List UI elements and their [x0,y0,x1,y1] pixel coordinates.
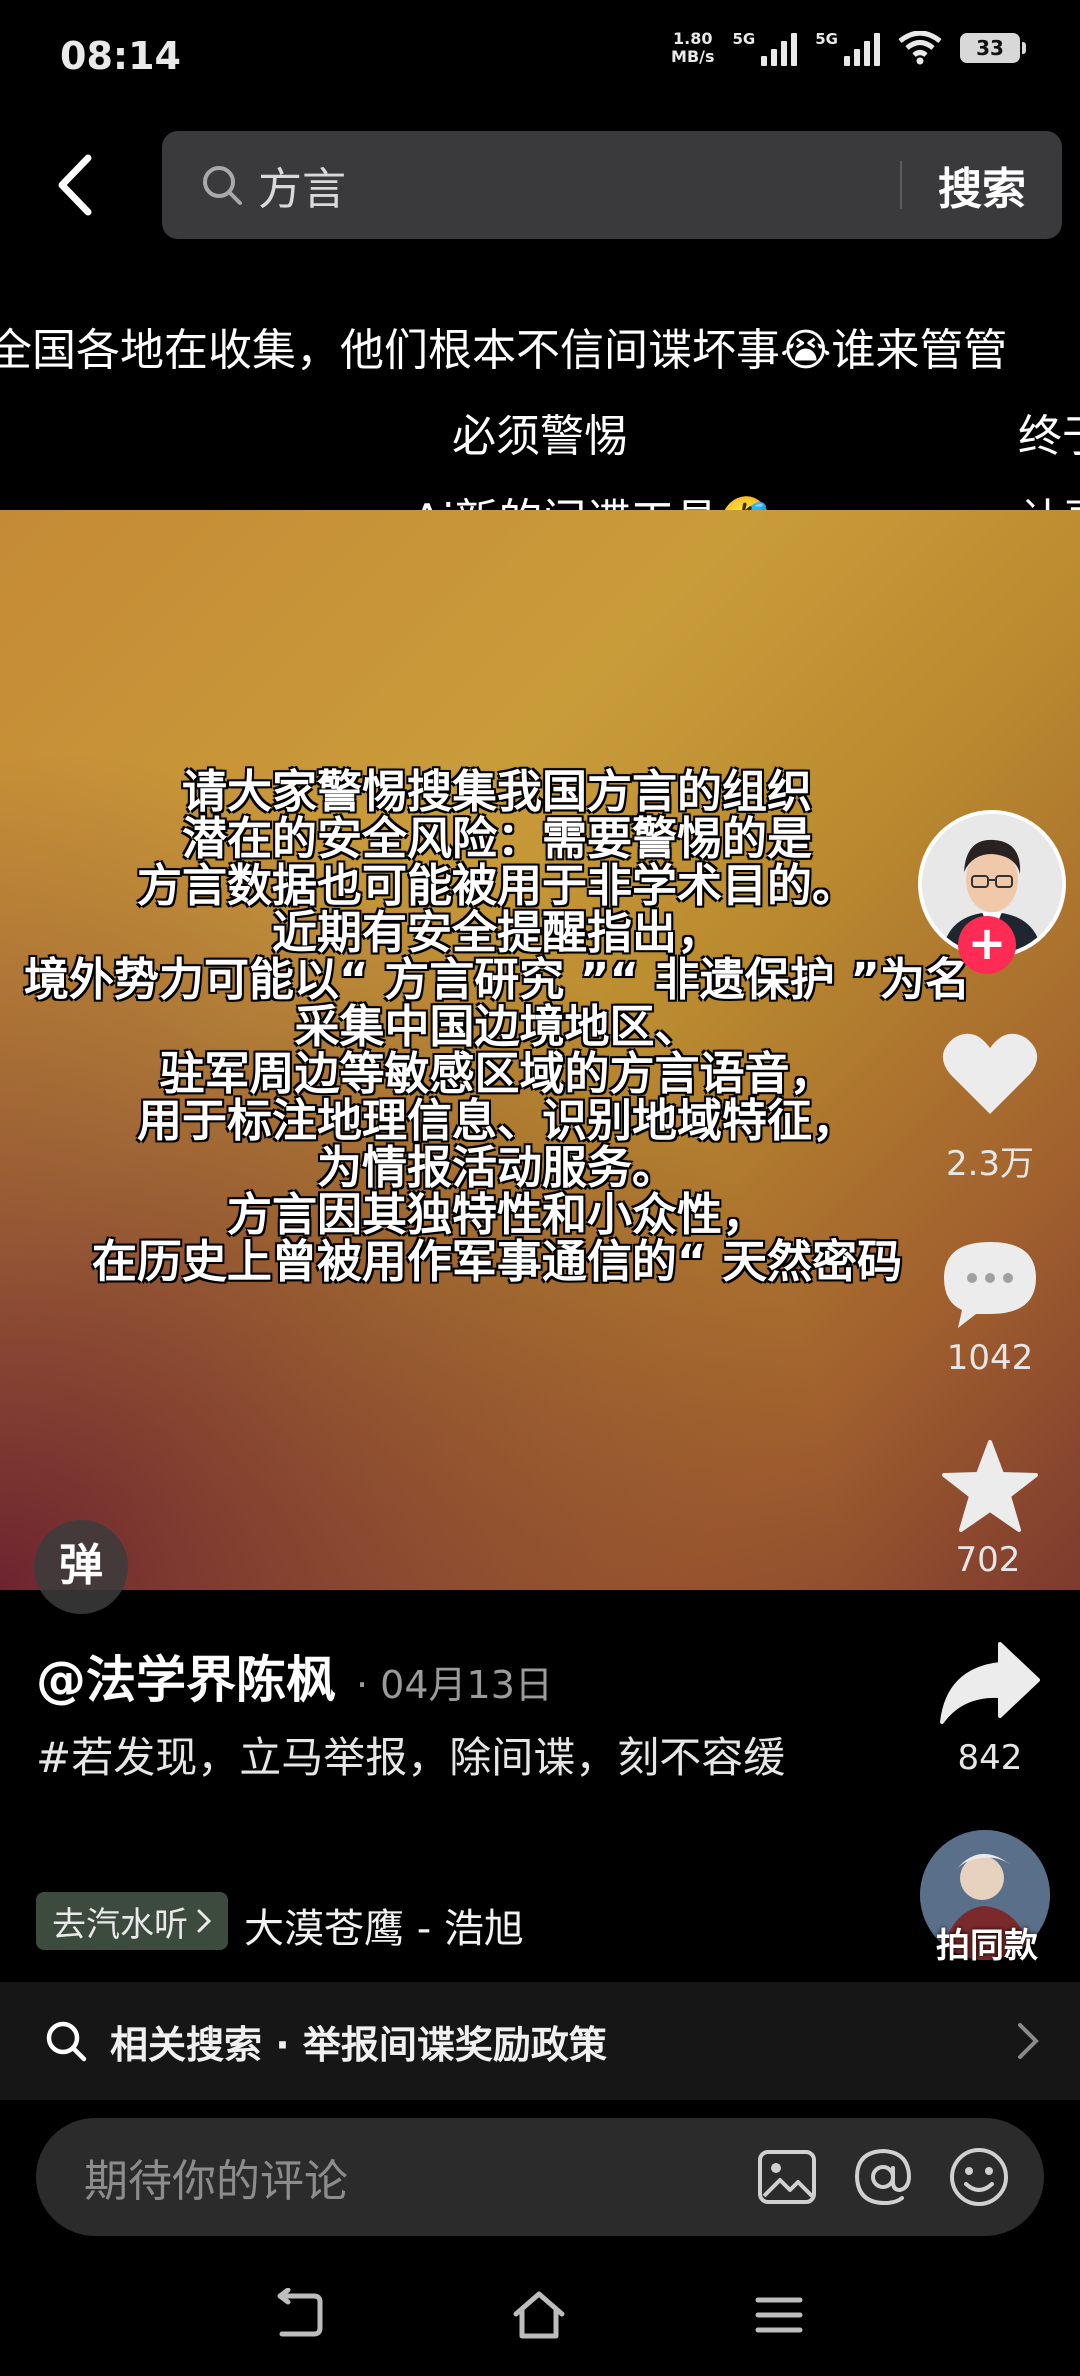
nav-back-icon[interactable] [274,2288,328,2342]
favorite-count: 702 [955,1540,1021,1580]
follow-plus-button[interactable]: + [958,916,1016,974]
chevron-right-icon [1018,2023,1039,2059]
related-search-text: 相关搜索 · 举报间谍奖励政策 [110,2022,607,2067]
battery-icon: 33 [960,33,1026,63]
search-bar[interactable]: 方言 搜索 [162,131,1062,239]
star-icon[interactable] [938,1438,1042,1538]
heart-icon[interactable] [940,1028,1040,1118]
image-icon[interactable] [756,2146,818,2208]
comment-input[interactable]: 期待你的评论 [84,2145,756,2209]
search-icon [203,166,242,205]
danmaku-comment: 终于 [1018,411,1080,462]
search-button[interactable]: 搜索 [902,153,1062,217]
share-count: 842 [957,1738,1023,1778]
post-description[interactable]: #若发现，立马举报，除间谍，刻不容缓 [36,1728,816,1788]
search-icon [46,2021,87,2062]
nav-home-icon[interactable] [512,2288,566,2342]
post-date: · 04月13日 [356,1663,553,1707]
nav-menu-icon[interactable] [752,2288,806,2342]
related-search-bar[interactable]: 相关搜索 · 举报间谍奖励政策 [0,1982,1080,2100]
mention-icon[interactable] [852,2146,914,2208]
video-player[interactable]: 请大家警惕搜集我国方言的组织 潜在的安全风险：需要警惕的是 方言数据也可能被用于… [0,510,1080,1590]
search-input[interactable]: 方言 [258,153,900,217]
comment-count: 1042 [946,1338,1034,1378]
video-overlay-text: 请大家警惕搜集我国方言的组织 潜在的安全风险：需要警惕的是 方言数据也可能被用于… [24,765,970,1288]
status-icons: 1.80 MB/s 5G 5G 33 [671,29,1026,66]
wifi-icon [898,31,942,65]
chevron-right-icon [197,1909,212,1933]
share-icon[interactable] [938,1640,1042,1724]
sim2-signal-icon: 5G [815,30,880,66]
danmaku-toggle-button[interactable]: 弹 [34,1520,128,1614]
network-speed: 1.80 MB/s [671,29,715,66]
status-time: 08:14 [60,34,181,78]
emoji-icon[interactable] [948,2146,1010,2208]
sim1-signal-icon: 5G [733,30,798,66]
danmaku-comment: 全国各地在收集，他们根本不信间谍坏事😭谁来管管 [0,325,1008,376]
comment-icon[interactable] [940,1238,1040,1330]
music-source-button[interactable]: 去汽水听 [36,1892,228,1950]
same-style-button[interactable]: 拍同款 [922,1918,1052,1967]
author-name[interactable]: @法学界陈枫 [36,1640,336,1712]
comment-input-bar[interactable]: 期待你的评论 [36,2118,1044,2236]
back-arrow-icon[interactable] [48,150,108,220]
like-count: 2.3万 [945,1144,1035,1184]
danmaku-comment: 必须警惕 [452,411,628,462]
music-title[interactable]: 大漠苍鹰 - 浩旭 [244,1896,524,1954]
